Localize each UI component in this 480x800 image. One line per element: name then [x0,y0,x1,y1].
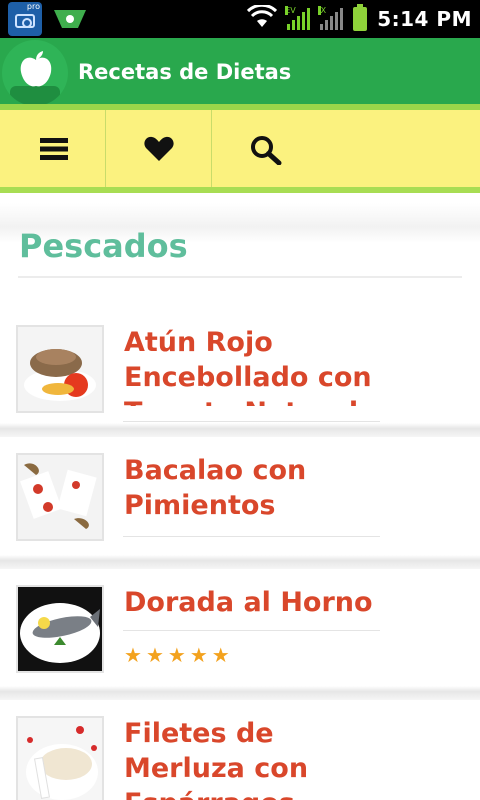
battery-icon [353,4,368,31]
android-notification-icon [52,6,88,32]
favorites-button[interactable] [106,110,212,188]
star-icon: ★ [189,643,208,667]
section-divider [18,276,462,278]
recipe-title: Dorada al Horno [124,587,373,618]
heart-icon [144,136,174,161]
list-item[interactable]: Atún Rojo Encebollado con Tomate Natural [0,303,480,423]
signal-ev-icon: EV [285,6,311,30]
star-icon: ★ [145,643,164,667]
list-item[interactable]: Dorada al Horno ★ ★ ★ ★ ★ [0,569,480,689]
app-title: Recetas de Dietas [78,60,292,84]
camera-pro-icon: pro [8,2,42,36]
recipe-title: Filetes de Merluza con Espárragos [124,718,309,800]
recipe-title: Atún Rojo Encebollado con Tomate Natural [124,327,372,406]
pro-label: pro [26,2,40,11]
recipe-thumbnail [16,716,104,800]
list-item[interactable]: Bacalao con Pimientos [0,437,480,559]
clock: 5:14 PM [377,7,472,31]
star-icon: ★ [167,643,186,667]
recipe-title: Bacalao con Pimientos [124,455,307,521]
recipe-list[interactable]: Pescados Atún Rojo Encebollado con Tomat… [0,193,480,800]
status-bar: pro EV IX 5:14 PM [0,0,480,38]
wifi-icon [247,3,278,33]
menu-button[interactable] [0,110,106,188]
search-icon [251,136,282,165]
star-icon: ★ [211,643,230,667]
toolbar [0,110,480,188]
list-item[interactable]: Filetes de Merluza con Espárragos [0,700,480,800]
rating-stars: ★ ★ ★ ★ ★ [124,645,230,665]
apple-icon [20,51,52,87]
recipe-thumbnail [16,585,104,673]
menu-icon [40,138,68,160]
star-icon: ★ [124,643,142,667]
search-button[interactable] [212,110,319,188]
recipe-thumbnail [16,325,104,413]
recipe-thumbnail [16,453,104,541]
app-bar: Recetas de Dietas [0,38,480,106]
app-logo[interactable] [0,38,72,106]
section-title: Pescados [19,227,188,265]
signal-ix-icon: IX [318,6,344,30]
